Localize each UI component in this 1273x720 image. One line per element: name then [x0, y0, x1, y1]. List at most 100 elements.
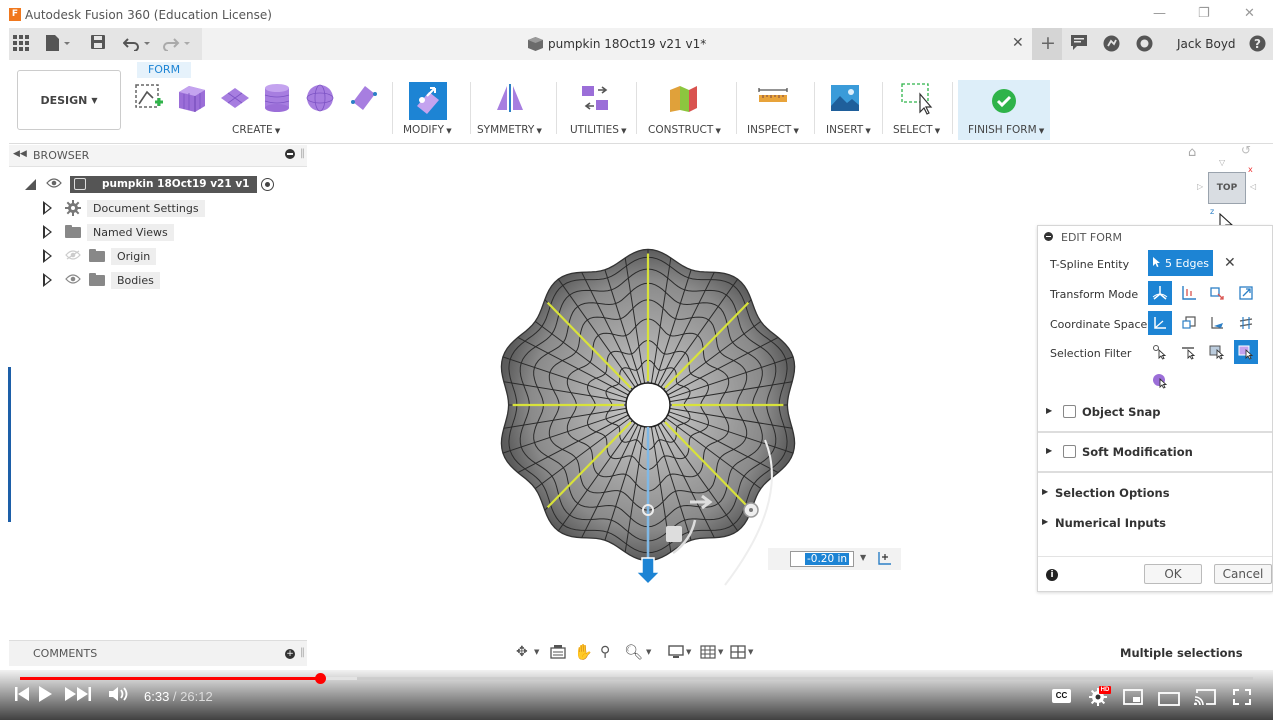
previous-video-icon[interactable] — [14, 685, 30, 708]
redo-icon[interactable] — [163, 35, 193, 55]
numerical-inputs-section[interactable]: ▶ Numerical Inputs — [1038, 508, 1272, 538]
edit-form-icon[interactable] — [409, 82, 447, 120]
browser-item-origin[interactable]: Origin — [43, 246, 157, 266]
expanded-triangle-icon[interactable] — [25, 178, 36, 190]
file-menu-icon[interactable] — [45, 35, 71, 55]
select-window-icon[interactable] — [900, 82, 933, 115]
eye-icon[interactable] — [65, 273, 81, 287]
collapsed-triangle-icon[interactable] — [43, 201, 53, 215]
theater-mode-icon[interactable] — [1158, 690, 1180, 711]
distance-dropdown-icon[interactable]: ▼ — [860, 553, 866, 562]
miniplayer-icon[interactable] — [1123, 689, 1143, 710]
transform-rotate-icon[interactable] — [1205, 281, 1229, 305]
soft-modification-section[interactable]: ▶ Soft Modification — [1038, 436, 1272, 466]
next-video-icon[interactable] — [64, 685, 92, 708]
collapse-dialog-icon[interactable] — [1044, 232, 1053, 241]
group-create[interactable]: CREATE ▼ — [232, 124, 280, 136]
eye-hidden-icon[interactable] — [65, 249, 81, 263]
object-snap-section[interactable]: ▶ Object Snap — [1038, 396, 1272, 426]
rotate-view-icon[interactable]: ↺ — [1241, 143, 1251, 157]
progress-scrubber[interactable] — [314, 673, 326, 684]
viewport-model[interactable] — [480, 240, 920, 600]
browser-root[interactable]: pumpkin 18Oct19 v21 v1 — [25, 174, 275, 194]
grid-dropdown-icon[interactable]: ▼ — [718, 648, 723, 656]
filter-vertex-icon[interactable] — [1148, 340, 1172, 364]
browser-header[interactable]: ◀◀ BROWSER ‖ — [9, 145, 307, 167]
transform-multi-icon[interactable] — [1148, 281, 1172, 305]
eye-icon[interactable] — [46, 177, 62, 191]
form-quadball-icon[interactable] — [347, 82, 379, 114]
coord-local-space-icon[interactable] — [1205, 311, 1229, 335]
expand-triangle-icon[interactable]: ▶ — [1046, 406, 1052, 415]
transform-scale-icon[interactable] — [1234, 281, 1258, 305]
comments-panel[interactable]: COMMENTS + ‖ — [9, 640, 307, 666]
measure-icon[interactable] — [757, 82, 789, 114]
panel-pin-icon[interactable]: ‖ — [300, 647, 305, 658]
viewports-icon[interactable] — [730, 645, 746, 662]
view-right-arrow-icon[interactable]: ◁ — [1250, 182, 1256, 191]
construct-plane-icon[interactable] — [667, 82, 699, 114]
play-icon[interactable] — [37, 685, 53, 708]
expand-triangle-icon[interactable]: ▶ — [1046, 446, 1052, 455]
info-icon[interactable]: i — [1046, 569, 1058, 581]
form-cylinder-icon[interactable] — [261, 82, 293, 114]
finish-form-button[interactable]: FINISH FORM ▼ — [958, 80, 1050, 140]
viewports-dropdown-icon[interactable]: ▼ — [748, 648, 753, 656]
filter-object-icon[interactable] — [1148, 369, 1172, 393]
undo-icon[interactable] — [122, 35, 153, 55]
home-view-icon[interactable]: ⌂ — [1188, 145, 1196, 160]
pumpkin-mesh-icon[interactable] — [480, 240, 920, 600]
view-left-arrow-icon[interactable]: ▷ — [1197, 182, 1203, 191]
coordinate-axes-icon[interactable] — [876, 551, 892, 570]
coord-view-space-icon[interactable] — [1148, 311, 1172, 335]
user-name[interactable]: Jack Boyd — [1177, 37, 1236, 51]
cancel-button[interactable]: Cancel — [1214, 564, 1272, 584]
comment-bubble-icon[interactable] — [1071, 35, 1087, 54]
coord-world-space-icon[interactable] — [1177, 311, 1201, 335]
look-at-icon[interactable] — [550, 645, 566, 662]
tspline-selection-button[interactable]: 5 Edges — [1148, 250, 1213, 276]
save-icon[interactable] — [91, 35, 105, 53]
group-construct[interactable]: CONSTRUCT ▼ — [648, 124, 721, 136]
grid-settings-icon[interactable] — [700, 645, 716, 662]
orbit-dropdown-icon[interactable]: ▼ — [534, 648, 539, 656]
display-dropdown-icon[interactable]: ▼ — [686, 648, 691, 656]
display-settings-icon[interactable] — [668, 645, 684, 662]
settings-gear-icon[interactable]: HD — [1089, 686, 1111, 711]
document-tab[interactable]: pumpkin 18Oct19 v21 v1* ✕ — [202, 28, 1042, 60]
viewcube[interactable]: ⌂ ↺ TOP ▽ ▷ ◁ x z — [1185, 143, 1270, 238]
expand-triangle-icon[interactable]: ▶ — [1042, 487, 1048, 496]
group-insert[interactable]: INSERT ▼ — [826, 124, 871, 136]
transform-translate-icon[interactable] — [1177, 281, 1201, 305]
activate-radio-icon[interactable] — [261, 177, 275, 191]
form-box-icon[interactable] — [175, 82, 207, 114]
close-window-icon[interactable]: ✕ — [1244, 6, 1255, 21]
coord-per-entity-icon[interactable] — [1234, 311, 1258, 335]
close-tab-icon[interactable]: ✕ — [1012, 35, 1024, 51]
fullscreen-icon[interactable] — [1233, 689, 1251, 710]
collapsed-triangle-icon[interactable] — [43, 249, 53, 263]
symmetry-icon[interactable] — [494, 82, 526, 114]
help-icon[interactable]: ? — [1249, 35, 1266, 56]
ok-button[interactable]: OK — [1144, 564, 1202, 584]
filter-body-icon[interactable] — [1234, 340, 1258, 364]
group-select[interactable]: SELECT ▼ — [893, 124, 940, 136]
job-status-icon[interactable] — [1103, 35, 1120, 56]
minus-circle-icon[interactable] — [285, 149, 295, 159]
new-tab-button[interactable]: + — [1032, 28, 1062, 60]
browser-item-document-settings[interactable]: Document Settings — [43, 198, 205, 218]
soft-modification-checkbox[interactable] — [1063, 445, 1076, 458]
collapse-panel-icon[interactable]: ◀◀ — [13, 149, 27, 159]
workspace-switcher[interactable]: DESIGN ▼ — [17, 70, 121, 130]
collapsed-triangle-icon[interactable] — [43, 225, 53, 239]
app-grid-icon[interactable] — [13, 35, 29, 55]
insert-image-icon[interactable] — [829, 82, 861, 114]
zoom-icon[interactable]: ⚲ — [600, 644, 610, 660]
distance-input[interactable]: -0.20 in — [790, 551, 854, 567]
object-snap-checkbox[interactable] — [1063, 405, 1076, 418]
orbit-icon[interactable]: ✥ — [516, 644, 528, 660]
clear-selection-icon[interactable]: ✕ — [1224, 255, 1236, 271]
browser-item-named-views[interactable]: Named Views — [43, 222, 174, 242]
pan-hand-icon[interactable]: ✋ — [574, 643, 593, 661]
selection-options-section[interactable]: ▶ Selection Options — [1038, 478, 1272, 508]
